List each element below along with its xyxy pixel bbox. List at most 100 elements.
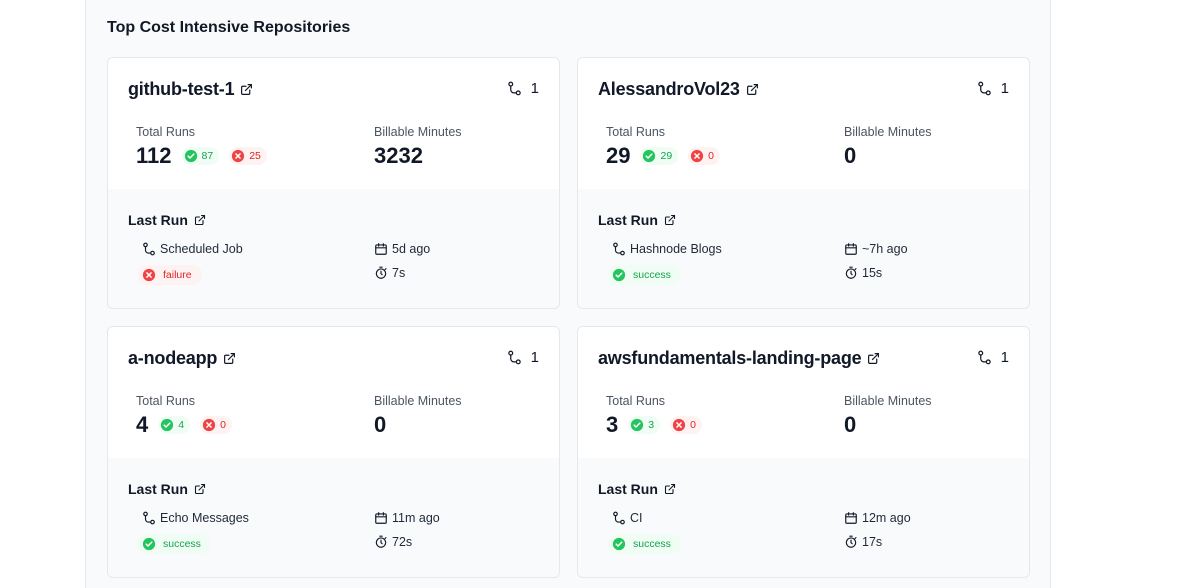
total-runs-value: 112 (136, 143, 172, 168)
repo-link[interactable]: a-nodeapp (128, 348, 236, 369)
branch-count: 1 (507, 80, 539, 97)
workflow-name: Hashnode Blogs (612, 242, 722, 256)
status-badge: failure (137, 265, 202, 285)
total-runs-label: Total Runs (136, 394, 196, 408)
last-run-duration-text: 15s (862, 266, 883, 280)
external-link-icon[interactable] (194, 214, 206, 226)
last-run-section: Last Run Echo Messages success 11m ago 7… (108, 458, 559, 577)
status-text: failure (163, 269, 192, 281)
billable-minutes: Billable Minutes 3232 (374, 125, 462, 169)
branch-count: 1 (977, 349, 1009, 366)
failed-count: 0 (690, 419, 696, 431)
last-run-label: Last Run (128, 212, 188, 228)
branch-count-value: 1 (1000, 349, 1009, 366)
git-branch-icon (142, 511, 156, 525)
workflow-name-text: Echo Messages (160, 511, 249, 525)
calendar-icon (374, 511, 388, 525)
last-run-time: ~7h ago (844, 242, 908, 256)
last-run-link[interactable]: Last Run (128, 481, 206, 497)
total-runs-value: 4 (136, 412, 149, 437)
billable-minutes: Billable Minutes 0 (374, 394, 462, 438)
billable-minutes-label: Billable Minutes (844, 125, 932, 139)
last-run-time-text: ~7h ago (862, 242, 908, 256)
repositories-panel: Top Cost Intensive Repositories github-t… (85, 0, 1051, 588)
last-run-duration: 17s (844, 535, 882, 549)
git-branch-icon (612, 242, 626, 256)
external-link-icon[interactable] (664, 214, 676, 226)
total-runs: Total Runs 112 87 25 (136, 125, 267, 169)
branch-count-value: 1 (1000, 80, 1009, 97)
billable-minutes-value: 0 (374, 412, 387, 437)
git-branch-icon (977, 81, 992, 96)
success-count: 4 (178, 419, 185, 431)
status-badge: success (607, 265, 681, 285)
repo-link[interactable]: AlessandroVol23 (598, 79, 759, 100)
billable-minutes: Billable Minutes 0 (844, 394, 932, 438)
repo-name: AlessandroVol23 (598, 79, 740, 99)
failed-count: 0 (708, 150, 715, 162)
stopwatch-icon (374, 266, 388, 280)
section-title: Top Cost Intensive Repositories (107, 19, 351, 36)
external-link-icon[interactable] (223, 352, 236, 365)
success-count-badge: 3 (628, 416, 661, 434)
repo-card: a-nodeapp 1 Total Runs 4 4 0 Billable Mi… (107, 326, 560, 578)
status-text: success (633, 538, 671, 550)
repo-name: github-test-1 (128, 79, 235, 99)
git-branch-icon (507, 81, 522, 96)
git-branch-icon (507, 350, 522, 365)
success-count: 29 (660, 150, 673, 162)
last-run-duration: 72s (374, 535, 412, 549)
status-badge: success (607, 534, 681, 554)
last-run-section: Last Run CI success 12m ago 17s (578, 458, 1029, 577)
last-run-duration: 7s (374, 266, 405, 280)
check-circle-icon (612, 268, 626, 282)
stopwatch-icon (374, 535, 388, 549)
x-circle-icon (202, 418, 216, 432)
external-link-icon[interactable] (867, 352, 880, 365)
repo-link[interactable]: awsfundamentals-landing-page (598, 348, 880, 369)
success-count-badge: 87 (181, 147, 220, 165)
git-branch-icon (977, 350, 992, 365)
total-runs-label: Total Runs (606, 394, 666, 408)
external-link-icon[interactable] (194, 483, 206, 495)
failed-count: 25 (249, 150, 261, 162)
last-run-section: Last Run Hashnode Blogs success ~7h ago … (578, 189, 1029, 308)
workflow-name-text: Scheduled Job (160, 242, 243, 256)
repo-name: a-nodeapp (128, 348, 218, 368)
last-run-link[interactable]: Last Run (598, 481, 676, 497)
failed-count-badge: 0 (670, 416, 702, 434)
stopwatch-icon (844, 535, 858, 549)
workflow-name-text: CI (630, 511, 643, 525)
billable-minutes-value: 0 (844, 412, 857, 437)
last-run-time-text: 12m ago (862, 511, 911, 525)
check-circle-icon (612, 537, 626, 551)
billable-minutes-label: Billable Minutes (844, 394, 932, 408)
success-count-badge: 29 (640, 147, 679, 165)
workflow-name: CI (612, 511, 643, 525)
last-run-duration-text: 7s (392, 266, 406, 280)
check-circle-icon (184, 149, 198, 163)
billable-minutes-value: 0 (844, 143, 857, 168)
check-circle-icon (142, 537, 156, 551)
git-branch-icon (612, 511, 626, 525)
repo-link[interactable]: github-test-1 (128, 79, 253, 100)
billable-minutes-label: Billable Minutes (374, 394, 462, 408)
last-run-link[interactable]: Last Run (598, 212, 676, 228)
check-circle-icon (160, 418, 174, 432)
billable-minutes: Billable Minutes 0 (844, 125, 932, 169)
failed-count-badge: 25 (229, 147, 267, 165)
x-circle-icon (231, 149, 245, 163)
external-link-icon[interactable] (664, 483, 676, 495)
repo-card: awsfundamentals-landing-page 1 Total Run… (577, 326, 1030, 578)
git-branch-icon (142, 242, 156, 256)
last-run-label: Last Run (598, 212, 658, 228)
billable-minutes-value: 3232 (374, 143, 423, 168)
success-count: 3 (648, 419, 655, 431)
last-run-link[interactable]: Last Run (128, 212, 206, 228)
status-text: success (163, 538, 201, 550)
check-circle-icon (630, 418, 644, 432)
external-link-icon[interactable] (240, 83, 253, 96)
external-link-icon[interactable] (746, 83, 759, 96)
stopwatch-icon (844, 266, 858, 280)
total-runs-label: Total Runs (606, 125, 666, 139)
